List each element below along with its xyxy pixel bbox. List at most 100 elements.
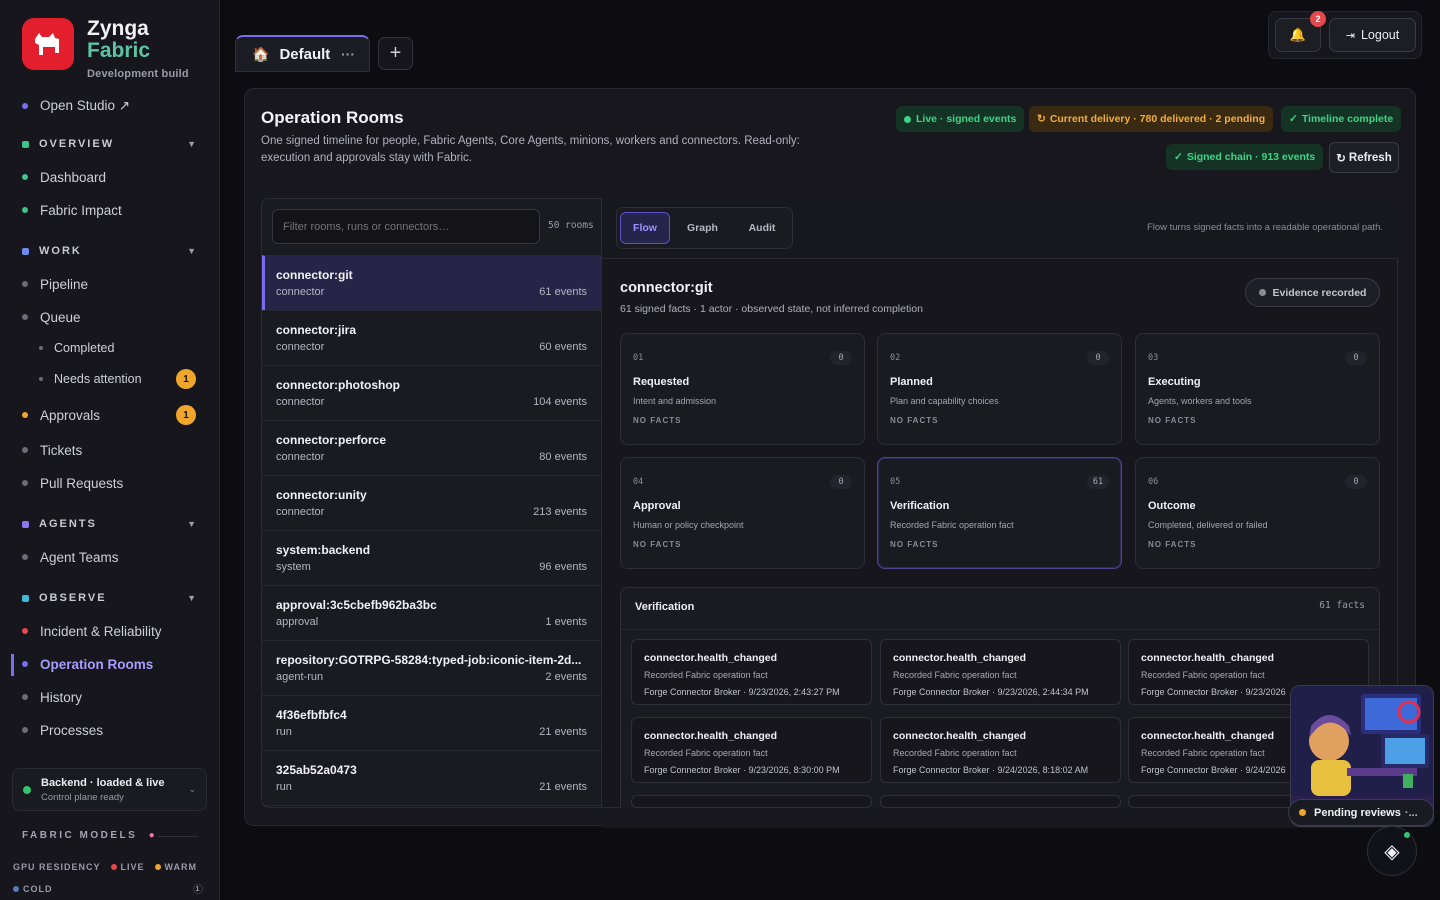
- section-label: OBSERVE: [39, 592, 107, 604]
- stage-description: Plan and capability choices: [890, 396, 999, 406]
- room-item[interactable]: 325ab52a0473 run 21 events: [262, 750, 601, 806]
- section-marker-icon: [22, 594, 29, 602]
- sidebar-item-dashboard[interactable]: Dashboard: [22, 167, 106, 187]
- room-filter-input[interactable]: [272, 209, 540, 244]
- refresh-button[interactable]: ↻ Refresh: [1329, 142, 1399, 173]
- sidebar-item-fabric-impact[interactable]: Fabric Impact: [22, 200, 122, 220]
- stage-card-executing[interactable]: 03 0 Executing Agents, workers and tools…: [1135, 333, 1380, 445]
- bullet-icon: [22, 281, 28, 287]
- sidebar-item-label: Pull Requests: [40, 475, 124, 491]
- stage-name: Outcome: [1148, 500, 1196, 512]
- open-studio-link[interactable]: Open Studio ↗: [22, 96, 130, 116]
- tab-graph[interactable]: Graph: [675, 212, 730, 244]
- room-events: 60 events: [539, 341, 587, 353]
- sidebar-item-tickets[interactable]: Tickets: [22, 440, 82, 460]
- check-icon: ✓: [1289, 113, 1298, 125]
- stage-card-verification[interactable]: 05 61 Verification Recorded Fabric opera…: [877, 457, 1122, 569]
- logout-button[interactable]: ⇥ Logout: [1329, 18, 1416, 52]
- tab-default[interactable]: 🏠 Default ···: [235, 35, 370, 72]
- fact-description: Recorded Fabric operation fact: [893, 670, 1017, 680]
- stage-card-planned[interactable]: 02 0 Planned Plan and capability choices…: [877, 333, 1122, 445]
- sidebar-item-incident[interactable]: Incident & Reliability: [22, 621, 162, 641]
- delivery-pill: ↻ Current delivery · 780 delivered · 2 p…: [1029, 106, 1274, 132]
- section-observe[interactable]: OBSERVE ▼: [22, 590, 198, 606]
- fabric-models-title: FABRIC MODELS ●: [22, 830, 155, 841]
- bullet-icon: [22, 103, 28, 109]
- sidebar-item-completed[interactable]: Completed: [39, 338, 114, 358]
- stage-card-approval[interactable]: 04 0 Approval Human or policy checkpoint…: [620, 457, 865, 569]
- sidebar-item-processes[interactable]: Processes: [22, 720, 103, 740]
- tab-audit[interactable]: Audit: [735, 212, 789, 244]
- warm-dot-icon: [154, 864, 161, 870]
- room-kind: connector: [276, 506, 325, 518]
- refresh-icon: ↻: [1336, 152, 1346, 165]
- brand[interactable]: Zynga Fabric Development build: [22, 18, 189, 80]
- open-studio-label: Open Studio ↗: [40, 98, 131, 113]
- sidebar-item-pull-requests[interactable]: Pull Requests: [22, 473, 123, 493]
- sidebar-item-pipeline[interactable]: Pipeline: [22, 274, 88, 294]
- tab-flow[interactable]: Flow: [620, 212, 670, 244]
- room-name: 4f36efbfbfc4: [276, 708, 347, 722]
- brand-name: Zynga: [87, 17, 149, 40]
- stage-name: Executing: [1148, 376, 1201, 388]
- room-item[interactable]: approval:3c5cbefb962ba3bc approval 1 eve…: [262, 585, 601, 640]
- room-item[interactable]: repository:GOTRPG-58284:typed-job:iconic…: [262, 640, 601, 695]
- fact-card[interactable]: [631, 795, 872, 808]
- sidebar-item-history[interactable]: History: [22, 687, 82, 707]
- evidence-recorded-badge[interactable]: Evidence recorded: [1245, 278, 1380, 307]
- room-item[interactable]: connector:photoshop connector 104 events: [262, 365, 601, 420]
- room-events: 2 events: [545, 671, 587, 683]
- pill-label: Timeline complete: [1301, 113, 1394, 125]
- backend-status[interactable]: Backend · loaded & live Control plane re…: [12, 768, 207, 811]
- fact-card[interactable]: connector.health_changed Recorded Fabric…: [631, 717, 872, 783]
- stage-description: Agents, workers and tools: [1148, 396, 1252, 406]
- rooms-count: 50 rooms: [548, 220, 594, 231]
- fact-card[interactable]: [880, 795, 1121, 808]
- bullet-icon: [22, 207, 28, 213]
- stage-card-requested[interactable]: 01 0 Requested Intent and admission NO F…: [620, 333, 865, 445]
- section-agents[interactable]: AGENTS ▼: [22, 516, 198, 532]
- section-work[interactable]: WORK ▼: [22, 243, 198, 259]
- loading-dots: ·...: [1404, 806, 1418, 819]
- room-item[interactable]: connector:git connector 61 events: [262, 255, 601, 310]
- sidebar-item-queue[interactable]: Queue: [22, 307, 81, 327]
- page-title: Operation Rooms: [261, 108, 404, 127]
- status-dot-icon: [1299, 809, 1306, 816]
- live-dot-icon: [110, 864, 117, 870]
- online-dot-icon: [1402, 830, 1412, 840]
- sidebar-item-label: Incident & Reliability: [40, 623, 162, 639]
- fact-card[interactable]: connector.health_changed Recorded Fabric…: [880, 717, 1121, 783]
- fact-card[interactable]: connector.health_changed Recorded Fabric…: [880, 639, 1121, 705]
- pending-reviews-button[interactable]: Pending reviews ·...: [1288, 799, 1434, 826]
- check-icon: ✓: [1174, 151, 1183, 163]
- fact-card[interactable]: connector.health_changed Recorded Fabric…: [631, 639, 872, 705]
- room-item[interactable]: connector:perforce connector 80 events: [262, 420, 601, 475]
- stage-name: Approval: [633, 500, 681, 512]
- sidebar-item-approvals[interactable]: Approvals 1: [22, 405, 196, 425]
- section-overview[interactable]: OVERVIEW ▼: [22, 136, 198, 152]
- home-icon: 🏠: [252, 45, 270, 62]
- room-item[interactable]: connector:unity connector 213 events: [262, 475, 601, 530]
- sidebar-item-label: Tickets: [40, 442, 83, 458]
- sidebar-item-needs-attention[interactable]: Needs attention 1: [39, 369, 196, 389]
- room-item[interactable]: system:backend system 96 events: [262, 530, 601, 585]
- room-events: 96 events: [539, 561, 587, 573]
- room-kind: run: [276, 781, 292, 793]
- room-subtitle: 61 signed facts · 1 actor · observed sta…: [620, 303, 923, 315]
- sidebar-item-agent-teams[interactable]: Agent Teams: [22, 547, 119, 567]
- sidebar-item-operation-rooms[interactable]: Operation Rooms: [22, 654, 153, 674]
- stage-facts: NO FACTS: [633, 416, 682, 425]
- stage-name: Planned: [890, 376, 933, 388]
- tab-more-button[interactable]: ···: [341, 46, 355, 62]
- room-item[interactable]: connector:jira connector 60 events: [262, 310, 601, 365]
- add-tab-button[interactable]: +: [378, 37, 413, 70]
- room-item[interactable]: 4f36efbfbfc4 run 21 events: [262, 695, 601, 750]
- live-events-pill: Live · signed events: [896, 106, 1025, 132]
- stage-count: 0: [1345, 351, 1367, 365]
- stage-count: 0: [830, 475, 852, 489]
- stage-card-outcome[interactable]: 06 0 Outcome Completed, delivered or fai…: [1135, 457, 1380, 569]
- stage-description: Intent and admission: [633, 396, 717, 406]
- stage-number: 05: [890, 477, 901, 487]
- flow-hint: Flow turns signed facts into a readable …: [1146, 222, 1383, 233]
- fact-name: connector.health_changed: [644, 652, 778, 664]
